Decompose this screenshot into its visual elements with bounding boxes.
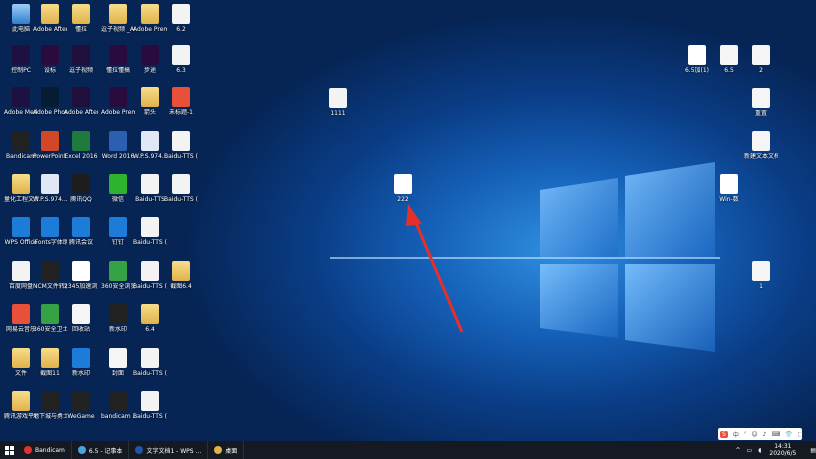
taskbar-item-label: 桌面 [225, 447, 238, 455]
ime-chinese-mode[interactable]: 中 [733, 430, 739, 439]
taskbar-item-label: 6.5 - 记事本 [88, 447, 123, 455]
system-tray: ^ ▭ ◖ 14:31 2020/6/5 ▤ [730, 441, 816, 459]
network-icon[interactable]: ▭ [747, 447, 753, 454]
notification-icon[interactable]: ▤ [810, 447, 816, 454]
taskbar-item[interactable]: 桌面 [208, 441, 245, 459]
ime-toolbar[interactable]: S 中 ᐟ ☺ ♪ ⌨ 👕 ⬚ [718, 428, 804, 440]
clock-date: 2020/6/5 [769, 450, 797, 457]
clock-time: 14:31 [774, 443, 792, 450]
volume-icon[interactable]: ◖ [758, 447, 761, 454]
windows-logo-icon [4, 445, 14, 455]
taskbar-item[interactable]: 6.5 - 记事本 [72, 441, 130, 459]
tray-expand-icon[interactable]: ^ [736, 447, 741, 454]
ime-menu-icon[interactable]: ⬚ [798, 431, 804, 438]
taskbar-item[interactable]: Bandicam [18, 441, 72, 459]
ime-keyboard-icon[interactable]: ⌨ [771, 431, 780, 438]
app-icon [77, 446, 86, 454]
red-arrow-annotation [406, 204, 464, 333]
clock[interactable]: 14:31 2020/6/5 [769, 443, 796, 457]
ime-logo: S [720, 430, 728, 438]
taskbar: Bandicam 6.5 - 记事本 文字文档1 - WPS ... 桌面 ^ ▭ ◖… [0, 441, 816, 459]
ime-voice-icon[interactable]: ♪ [763, 431, 767, 438]
taskbar-item[interactable]: 文字文档1 - WPS ... [129, 441, 209, 459]
ime-emoji-icon[interactable]: ☺ [751, 431, 757, 438]
start-button[interactable] [0, 441, 18, 459]
desktop: 此电脑Adobe After Effects 桌...懂拉逗子视频 _AMEAd… [0, 0, 816, 441]
app-icon [135, 446, 144, 454]
taskbar-item-label: 文字文档1 - WPS ... [146, 447, 202, 455]
app-icon [24, 446, 32, 454]
taskbar-item-label: Bandicam [35, 446, 65, 454]
ime-punctuation-icon[interactable]: ᐟ [744, 431, 747, 438]
app-icon [214, 446, 223, 454]
ime-skin-icon[interactable]: 👕 [785, 431, 792, 438]
